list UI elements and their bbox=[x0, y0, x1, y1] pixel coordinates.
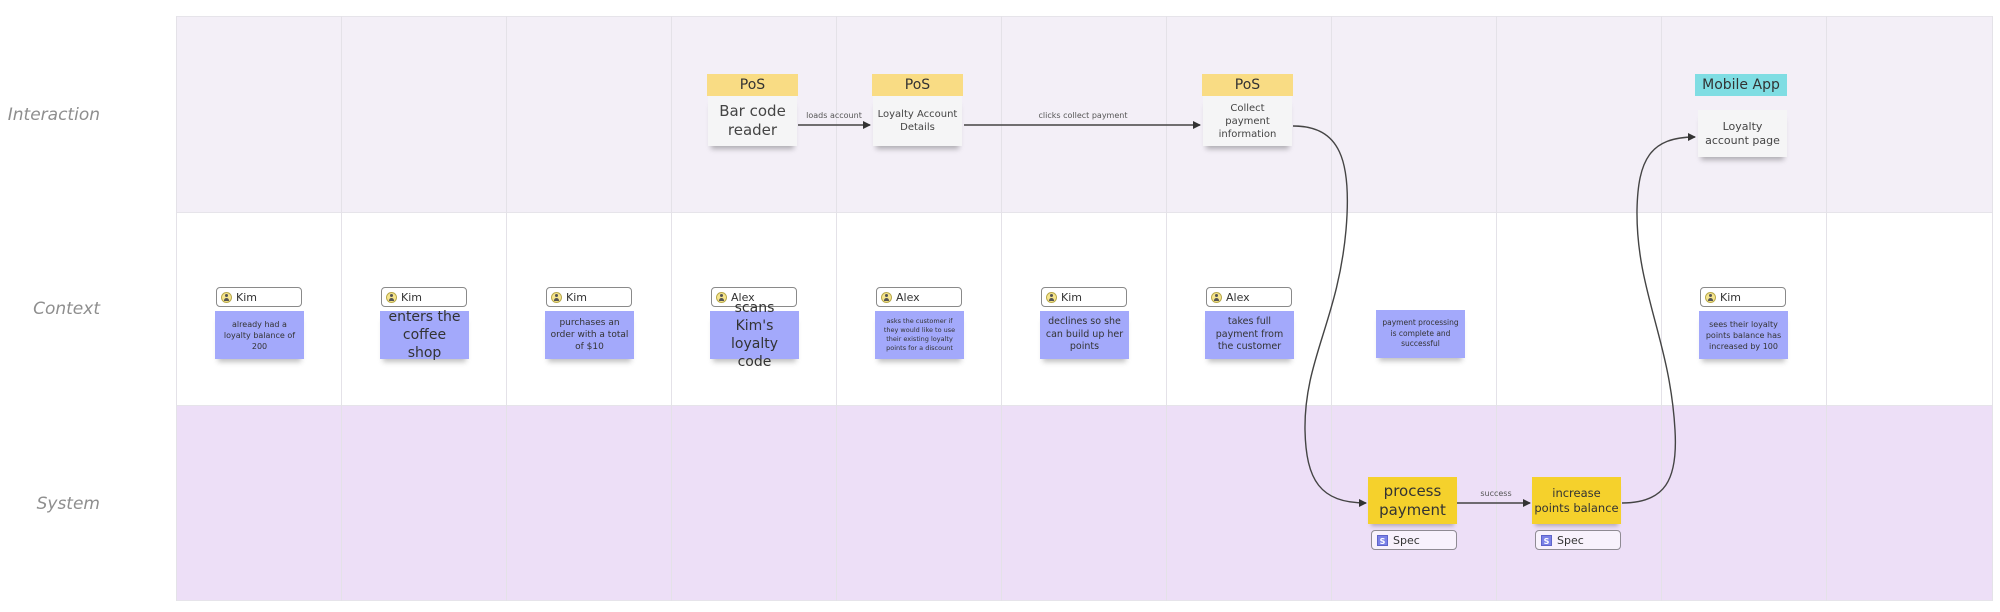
lane-label-context: Context bbox=[33, 299, 100, 319]
screen-card-bar-code-reader[interactable]: Bar code reader bbox=[708, 96, 797, 146]
actor-name: Kim bbox=[1061, 290, 1082, 304]
column-divider bbox=[1496, 16, 1497, 601]
lane-label-system: System bbox=[36, 494, 100, 514]
actor-name: Alex bbox=[1226, 290, 1250, 304]
context-sticky-note[interactable]: payment processing is complete and succe… bbox=[1376, 310, 1465, 358]
column-divider bbox=[1826, 16, 1827, 601]
person-icon bbox=[881, 291, 892, 303]
context-sticky-note[interactable]: scans Kim's loyalty code bbox=[710, 300, 799, 370]
screen-header-pos: PoS bbox=[707, 74, 798, 96]
lane-label-interaction: Interaction bbox=[7, 105, 100, 125]
grid-left-edge bbox=[176, 16, 177, 601]
screen-header-pos: PoS bbox=[872, 74, 963, 96]
context-sticky-note[interactable]: enters the coffee shop bbox=[380, 309, 469, 361]
column-divider bbox=[671, 16, 672, 601]
context-sticky-note[interactable]: asks the customer if they would like to … bbox=[875, 311, 964, 359]
column-divider bbox=[1001, 16, 1002, 601]
actor-tag[interactable]: Kim bbox=[381, 287, 467, 307]
actor-name: Alex bbox=[896, 290, 920, 304]
spec-label: Spec bbox=[1393, 533, 1420, 547]
screen-card-collect-payment-information[interactable]: Collect payment information bbox=[1203, 96, 1292, 146]
column-divider bbox=[1661, 16, 1662, 601]
edge-label-loads-account: loads account bbox=[806, 111, 862, 120]
edge-label-success: success bbox=[1480, 489, 1512, 498]
spec-tag[interactable]: S Spec bbox=[1371, 530, 1457, 550]
screen-card-loyalty-account-page[interactable]: Loyalty account page bbox=[1698, 110, 1787, 157]
person-icon bbox=[1046, 291, 1057, 303]
actor-name: Kim bbox=[566, 290, 587, 304]
person-icon bbox=[221, 291, 232, 303]
person-icon bbox=[1705, 291, 1716, 303]
system-card-increase-points-balance[interactable]: increase points balance bbox=[1532, 477, 1621, 524]
actor-tag[interactable]: Kim bbox=[216, 287, 302, 307]
screen-header-mobile-app: Mobile App bbox=[1695, 74, 1787, 96]
column-divider bbox=[506, 16, 507, 601]
screen-header-pos: PoS bbox=[1202, 74, 1293, 96]
spec-tag[interactable]: S Spec bbox=[1535, 530, 1621, 550]
person-icon bbox=[551, 291, 562, 303]
actor-tag[interactable]: Alex bbox=[876, 287, 962, 307]
spec-icon: S bbox=[1377, 534, 1388, 546]
context-sticky-note[interactable]: sees their loyalty points balance has in… bbox=[1699, 311, 1788, 359]
edge-label-clicks-collect-payment: clicks collect payment bbox=[1038, 111, 1128, 120]
actor-tag[interactable]: Kim bbox=[546, 287, 632, 307]
lane-system bbox=[176, 405, 1993, 601]
column-divider bbox=[1166, 16, 1167, 601]
actor-name: Kim bbox=[401, 290, 422, 304]
actor-name: Kim bbox=[236, 290, 257, 304]
context-sticky-note[interactable]: purchases an order with a total of $10 bbox=[545, 311, 634, 359]
column-divider bbox=[1331, 16, 1332, 601]
grid-right-edge bbox=[1992, 16, 1993, 601]
actor-tag[interactable]: Alex bbox=[1206, 287, 1292, 307]
actor-tag[interactable]: Kim bbox=[1041, 287, 1127, 307]
context-sticky-note[interactable]: takes full payment from the customer bbox=[1205, 311, 1294, 359]
context-sticky-note[interactable]: declines so she can build up her points bbox=[1040, 311, 1129, 359]
column-divider bbox=[341, 16, 342, 601]
screen-card-loyalty-account-details[interactable]: Loyalty Account Details bbox=[873, 96, 962, 146]
system-card-process-payment[interactable]: process payment bbox=[1368, 477, 1457, 524]
person-icon bbox=[386, 291, 397, 303]
person-icon bbox=[1211, 291, 1222, 303]
actor-name: Kim bbox=[1720, 290, 1741, 304]
spec-icon: S bbox=[1541, 534, 1552, 546]
actor-tag[interactable]: Kim bbox=[1700, 287, 1786, 307]
column-divider bbox=[836, 16, 837, 601]
spec-label: Spec bbox=[1557, 533, 1584, 547]
context-sticky-note[interactable]: already had a loyalty balance of 200 bbox=[215, 311, 304, 359]
